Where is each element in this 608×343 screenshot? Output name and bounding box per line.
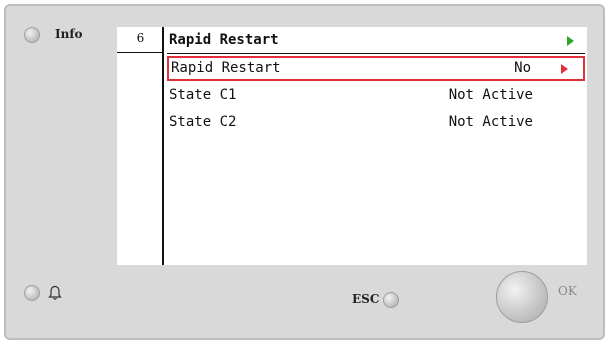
- bell-icon: [48, 285, 62, 300]
- menu-row-state-c1[interactable]: State C1 Not Active: [167, 84, 585, 106]
- ok-label: OK: [558, 284, 577, 298]
- menu-row-label: State C1: [169, 87, 237, 103]
- menu-row-rapid-restart[interactable]: Rapid Restart No: [167, 56, 585, 81]
- info-label: Info: [55, 27, 83, 41]
- menu-row-value: No: [514, 60, 531, 76]
- alarm-button[interactable]: [24, 285, 40, 301]
- triangle-right-icon: [567, 36, 574, 46]
- triangle-right-icon[interactable]: [561, 64, 568, 74]
- menu-header: Rapid Restart: [167, 29, 585, 54]
- page-column: 6: [117, 27, 164, 265]
- menu-row-label: State C2: [169, 114, 237, 130]
- page-divider: [117, 52, 164, 53]
- page-number: 6: [136, 31, 145, 45]
- ok-knob[interactable]: [496, 271, 548, 323]
- info-button[interactable]: [24, 27, 40, 43]
- esc-button[interactable]: [383, 292, 399, 308]
- menu-row-value: Not Active: [448, 87, 533, 103]
- menu-header-title: Rapid Restart: [169, 32, 279, 48]
- menu-row-value: Not Active: [448, 114, 533, 130]
- menu-row-label: Rapid Restart: [171, 60, 281, 76]
- esc-label: ESC: [352, 292, 380, 306]
- menu-row-state-c2[interactable]: State C2 Not Active: [167, 111, 585, 133]
- lcd-screen: 6 Rapid Restart Rapid Restart No State C…: [117, 27, 587, 265]
